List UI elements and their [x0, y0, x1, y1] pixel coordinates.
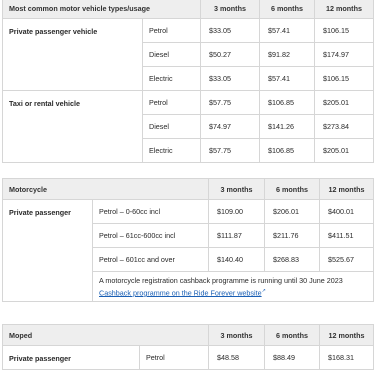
price-12-months: $273.84	[314, 114, 374, 139]
type-cell: Electric	[142, 138, 201, 163]
price-3-months: $33.05	[200, 18, 260, 43]
price-12-months: $106.15	[314, 18, 374, 43]
price-6-months: $268.83	[264, 247, 321, 272]
price-6-months: $206.01	[264, 199, 321, 224]
external-link-icon: ↗	[261, 287, 266, 294]
price-6-months: $91.82	[259, 42, 315, 67]
price-6-months: $211.76	[264, 223, 321, 248]
price-6-months: $141.26	[259, 114, 315, 139]
cashback-link-label: Cashback programme on the Ride Forever w…	[99, 288, 262, 298]
price-3-months: $57.75	[200, 90, 260, 115]
price-12-months: $205.01	[314, 138, 374, 163]
cashback-programme-link[interactable]: Cashback programme on the Ride Forever w…	[99, 288, 262, 297]
cashback-note: A motorcycle registration cashback progr…	[99, 275, 343, 285]
column-header-6-months: 6 months	[264, 178, 321, 200]
price-3-months: $57.75	[200, 138, 260, 163]
price-3-months: $109.00	[208, 199, 266, 224]
column-header-12-months: 12 months	[314, 0, 374, 19]
table-row: Private passenger Petrol – 0-60cc incl $…	[2, 199, 375, 302]
price-6-months: $57.41	[259, 18, 315, 43]
price-3-months: $74.97	[200, 114, 260, 139]
motorcycle-fees-table: Motorcycle 3 months 6 months 12 months P…	[1, 178, 375, 302]
type-cell: Electric	[142, 66, 201, 91]
table-header-row: Most common motor vehicle types/usage 3 …	[2, 0, 374, 19]
column-header-12-months: 12 months	[319, 178, 375, 200]
column-header-6-months: 6 months	[259, 0, 315, 19]
category-cell: Private passenger vehicle	[2, 18, 143, 91]
column-header-vehicle-type: Most common motor vehicle types/usage	[2, 0, 201, 19]
price-3-months: $50.27	[200, 42, 260, 67]
type-cell: Diesel	[142, 42, 201, 67]
type-cell: Petrol – 61cc-600cc incl	[91, 223, 210, 248]
column-header-3-months: 3 months	[200, 0, 260, 19]
price-6-months: $106.85	[259, 138, 315, 163]
price-12-months: $525.67	[319, 247, 375, 272]
type-cell: Petrol	[142, 18, 201, 43]
table-header-row: Motorcycle 3 months 6 months 12 months	[1, 178, 375, 200]
column-header-6-months: 6 months	[264, 324, 320, 346]
cashback-note-cell: A motorcycle registration cashback progr…	[91, 271, 375, 302]
price-12-months: $174.97	[314, 42, 374, 67]
column-header-vehicle-type: Moped	[2, 324, 209, 346]
category-cell: Taxi or rental vehicle	[2, 90, 143, 163]
price-6-months: $106.85	[259, 90, 315, 115]
column-header-3-months: 3 months	[208, 178, 266, 200]
moped-fees-table: Moped 3 months 6 months 12 months Privat…	[2, 324, 374, 370]
category-cell: Private passenger	[2, 199, 93, 302]
table-row: Private passenger vehicle Petrol $33.05 …	[2, 18, 374, 91]
price-12-months: $205.01	[314, 90, 374, 115]
column-header-vehicle-type: Motorcycle	[1, 178, 210, 200]
type-cell: Diesel	[142, 114, 201, 139]
price-3-months: $33.05	[200, 66, 260, 91]
table-header-row: Moped 3 months 6 months 12 months	[2, 324, 374, 346]
type-cell: Petrol – 0-60cc incl	[91, 199, 210, 224]
type-cell: Petrol – 601cc and over	[91, 247, 210, 272]
price-12-months: $106.15	[314, 66, 374, 91]
column-header-12-months: 12 months	[319, 324, 374, 346]
price-6-months: $57.41	[259, 66, 315, 91]
price-12-months: $411.51	[319, 223, 375, 248]
column-header-3-months: 3 months	[208, 324, 265, 346]
vehicle-fees-table: Most common motor vehicle types/usage 3 …	[2, 0, 374, 163]
price-3-months: $140.40	[208, 247, 266, 272]
type-cell: Petrol	[142, 90, 201, 115]
price-12-months: $400.01	[319, 199, 375, 224]
table-row: Taxi or rental vehicle Petrol $57.75 $10…	[2, 90, 374, 163]
price-3-months: $111.87	[208, 223, 266, 248]
